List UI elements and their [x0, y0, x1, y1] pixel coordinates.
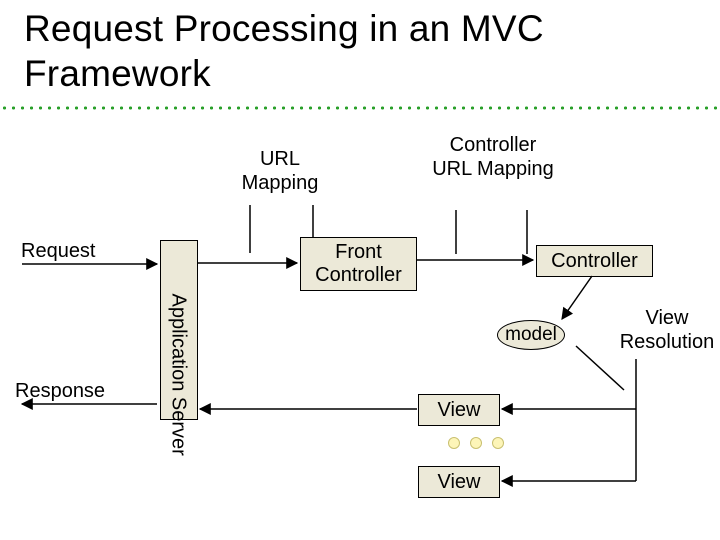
- front-controller-text: Front Controller: [301, 241, 416, 287]
- label-application-server: Application Server: [167, 294, 190, 370]
- view2-text: View: [438, 471, 481, 494]
- box-controller: Controller: [536, 245, 653, 277]
- controller-text: Controller: [551, 250, 638, 273]
- box-view-1: View: [418, 394, 500, 426]
- slide-title: Request Processing in an MVC Framework: [24, 6, 544, 96]
- title-underline: [0, 106, 720, 110]
- model-text: model: [505, 324, 557, 346]
- box-view-2: View: [418, 466, 500, 498]
- view1-text: View: [438, 399, 481, 422]
- label-request: Request: [21, 240, 116, 264]
- label-view-resolution: View Resolution: [612, 307, 720, 354]
- dots-ellipsis: [448, 437, 504, 449]
- box-front-controller: Front Controller: [300, 237, 417, 291]
- label-controller-url-mapping: Controller URL Mapping: [428, 134, 558, 181]
- label-url-mapping: URL Mapping: [225, 148, 335, 195]
- label-response: Response: [15, 380, 125, 404]
- oval-model: model: [497, 320, 565, 350]
